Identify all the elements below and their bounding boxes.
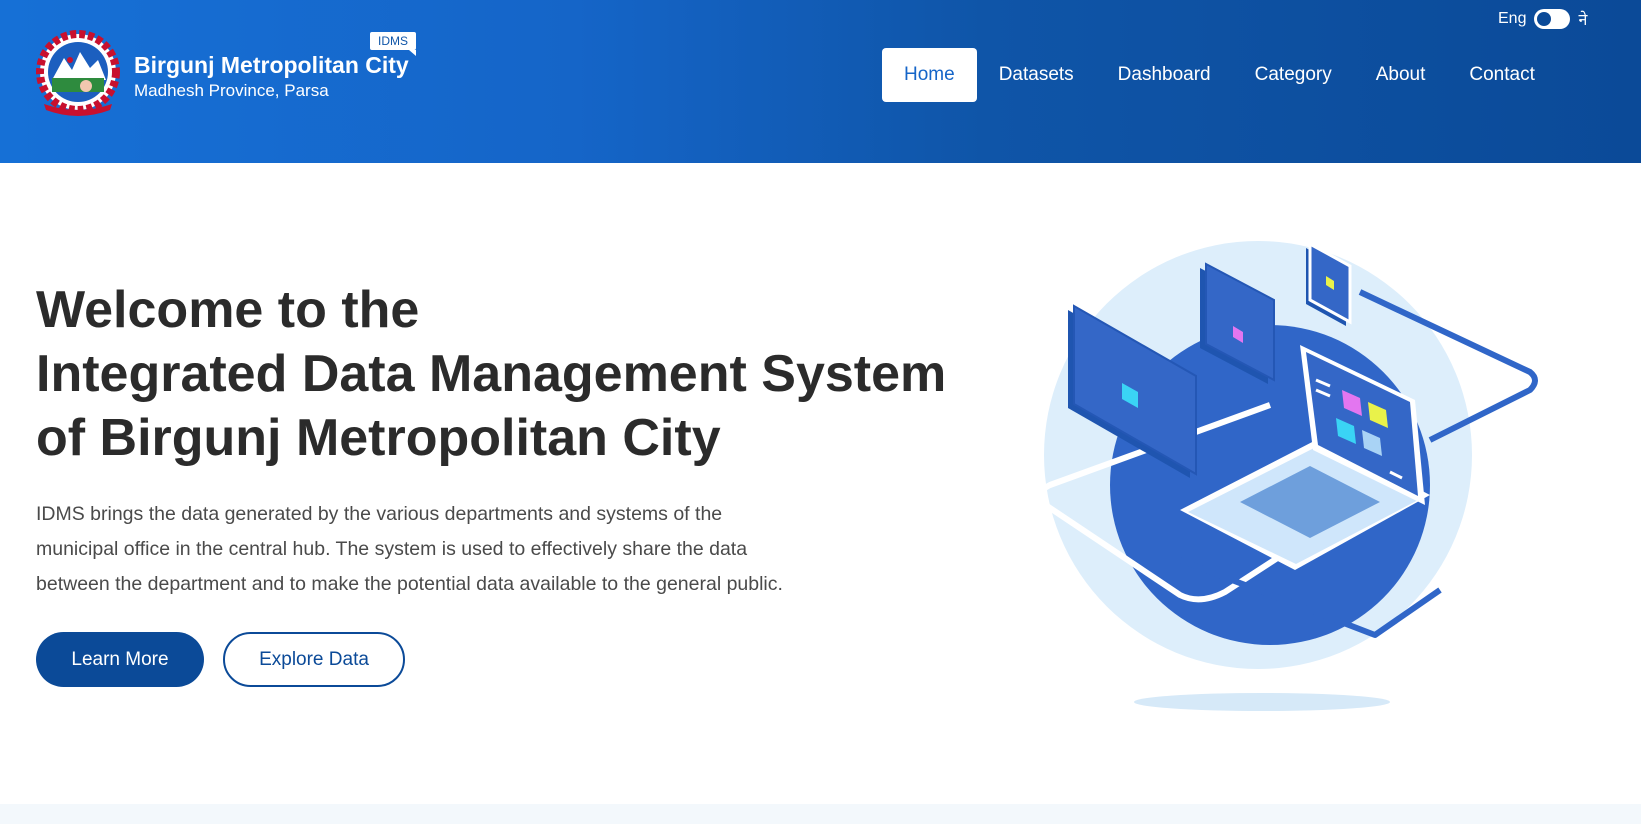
main-nav: Home Datasets Dashboard Category About C…: [882, 48, 1557, 102]
toggle-knob: [1537, 12, 1552, 26]
hero-description-line-2: municipal office in the central hub. The…: [36, 538, 748, 560]
site-title[interactable]: Birgunj Metropolitan City: [134, 52, 409, 79]
nepal-emblem-icon[interactable]: [30, 30, 126, 118]
hero-description-line-1: IDMS brings the data generated by the va…: [36, 503, 723, 525]
hero-heading-line-2: Integrated Data Management System: [36, 345, 947, 403]
hero-heading: Welcome to the Integrated Data Managemen…: [36, 278, 946, 470]
nav-item-dashboard[interactable]: Dashboard: [1096, 48, 1233, 102]
nav-item-datasets[interactable]: Datasets: [977, 48, 1096, 102]
idms-badge: IDMS: [370, 32, 416, 56]
nav-item-contact[interactable]: Contact: [1447, 48, 1556, 102]
hero-heading-line-1: Welcome to the: [36, 281, 420, 339]
language-alternate-label: ने: [1578, 12, 1588, 29]
language-current-label: Eng: [1498, 10, 1527, 27]
site-header: Birgunj Metropolitan City Madhesh Provin…: [0, 0, 1641, 163]
hero-heading-line-3: of Birgunj Metropolitan City: [36, 409, 721, 467]
hero-description: IDMS brings the data generated by the va…: [36, 497, 896, 602]
site-subtitle: Madhesh Province, Parsa: [134, 81, 329, 100]
learn-more-button[interactable]: Learn More: [36, 632, 204, 687]
next-section-strip: [0, 804, 1641, 824]
explore-data-button[interactable]: Explore Data: [223, 632, 405, 687]
nav-item-about[interactable]: About: [1354, 48, 1448, 102]
language-toggle[interactable]: [1534, 9, 1571, 29]
hero-description-line-3: between the department and to make the p…: [36, 573, 783, 595]
nav-item-category[interactable]: Category: [1233, 48, 1354, 102]
nav-item-home[interactable]: Home: [882, 48, 977, 102]
language-switch[interactable]: Eng ने: [1498, 8, 1587, 30]
isometric-laptop-illustration: [1037, 241, 1538, 711]
